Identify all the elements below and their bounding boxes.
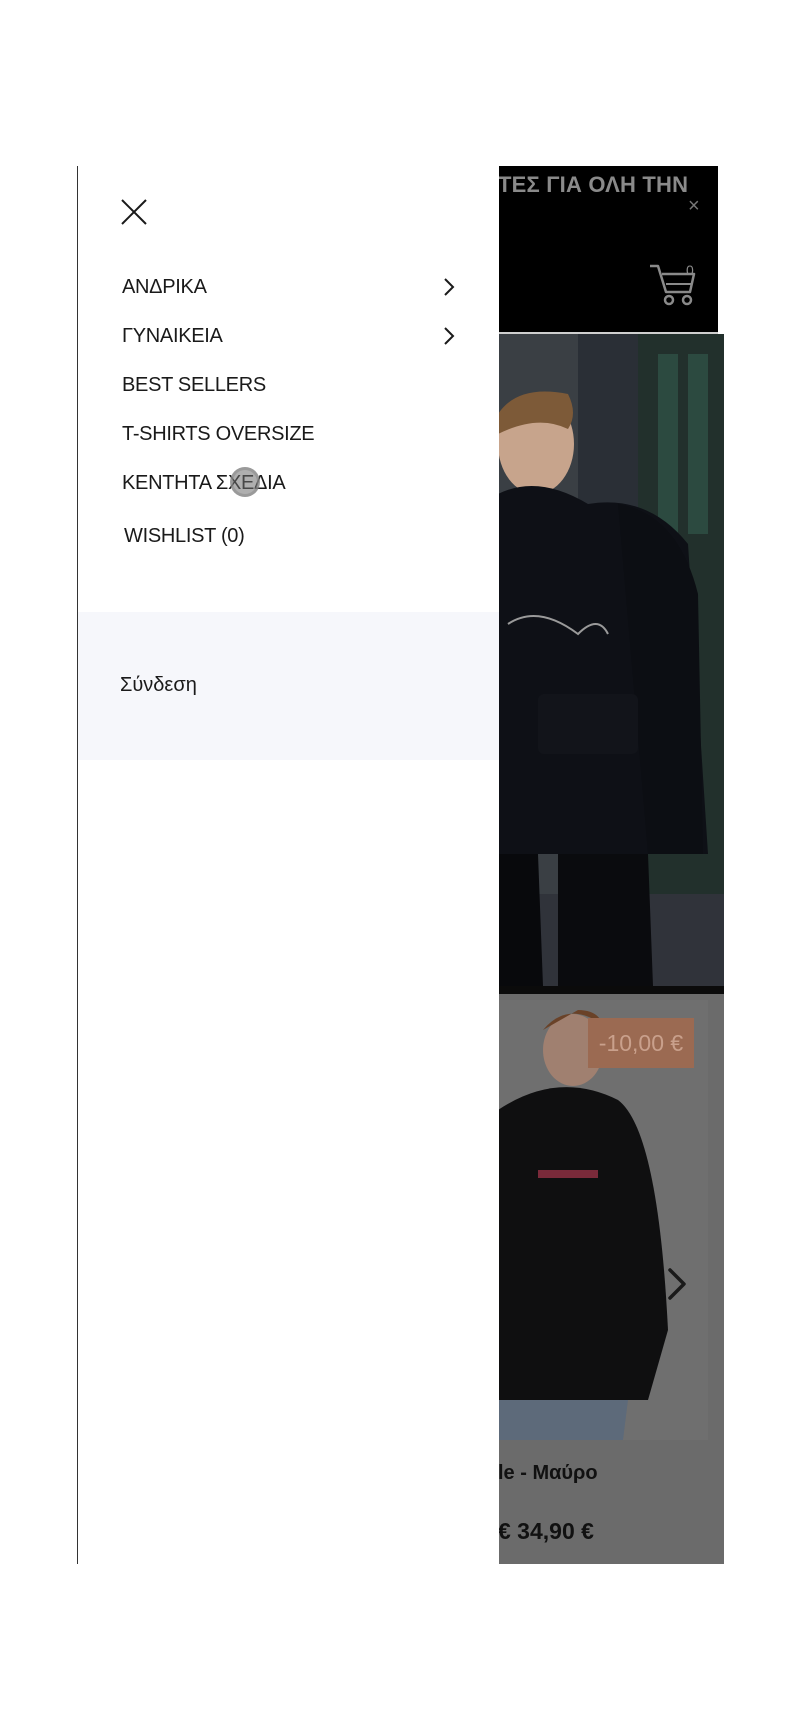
hero-image — [498, 334, 724, 986]
product-name[interactable]: le - Μαύρο — [498, 1462, 598, 1485]
product-card[interactable]: -10,00 € le - Μαύρο € 34,90 € — [498, 994, 724, 1564]
menu-item-kentita-schedia[interactable]: ΚΕΝΤΗΤΑ ΣΧΕΔΙΑ — [122, 472, 462, 521]
menu-item-label: T-SHIRTS OVERSIZE — [122, 423, 315, 445]
login-link[interactable]: Σύνδεση — [120, 674, 197, 697]
product-image[interactable]: -10,00 € — [498, 1000, 708, 1440]
touch-cursor-indicator — [230, 467, 260, 497]
side-drawer-menu: ΑΝΔΡΙΚΑ ΓΥΝΑΙΚΕΙΑ BEST SELLERS T-SHIRTS … — [77, 166, 499, 1564]
cart-count-badge: 0 — [686, 262, 694, 278]
hero-divider — [498, 986, 724, 994]
close-icon[interactable] — [120, 198, 148, 226]
login-panel: Σύνδεση — [78, 612, 499, 760]
promo-text: ΤΕΣ ΓΙΑ ΟΛΗ ΤΗΝ — [498, 172, 689, 197]
chevron-right-icon[interactable] — [442, 325, 456, 347]
menu-item-label: BEST SELLERS — [122, 374, 266, 396]
menu-item-t-shirts-oversize[interactable]: T-SHIRTS OVERSIZE — [122, 423, 462, 472]
chevron-right-icon[interactable] — [442, 276, 456, 298]
menu-item-gynaikeia[interactable]: ΓΥΝΑΙΚΕΙΑ — [122, 325, 462, 374]
main-menu: ΑΝΔΡΙΚΑ ΓΥΝΑΙΚΕΙΑ BEST SELLERS T-SHIRTS … — [122, 276, 462, 574]
menu-item-label: ΑΝΔΡΙΚΑ — [122, 276, 207, 298]
menu-item-label: ΓΥΝΑΙΚΕΙΑ — [122, 325, 223, 347]
menu-item-label: WISHLIST (0) — [124, 525, 245, 547]
promo-bar: ΤΕΣ ΓΙΑ ΟΛΗ ΤΗΝ × 0 — [498, 166, 718, 332]
promo-close-button[interactable]: × — [688, 196, 700, 216]
menu-item-wishlist[interactable]: WISHLIST (0) — [122, 525, 462, 574]
discount-badge: -10,00 € — [588, 1018, 694, 1068]
background-page: ΤΕΣ ΓΙΑ ΟΛΗ ΤΗΝ × 0 -10,00 € le - Μαύρο … — [498, 166, 724, 1564]
menu-item-label: ΚΕΝΤΗΤΑ ΣΧΕΔΙΑ — [122, 472, 286, 494]
menu-item-andrika[interactable]: ΑΝΔΡΙΚΑ — [122, 276, 462, 325]
menu-item-best-sellers[interactable]: BEST SELLERS — [122, 374, 462, 423]
chevron-right-icon[interactable] — [662, 1264, 692, 1304]
product-price: € 34,90 € — [498, 1518, 594, 1544]
